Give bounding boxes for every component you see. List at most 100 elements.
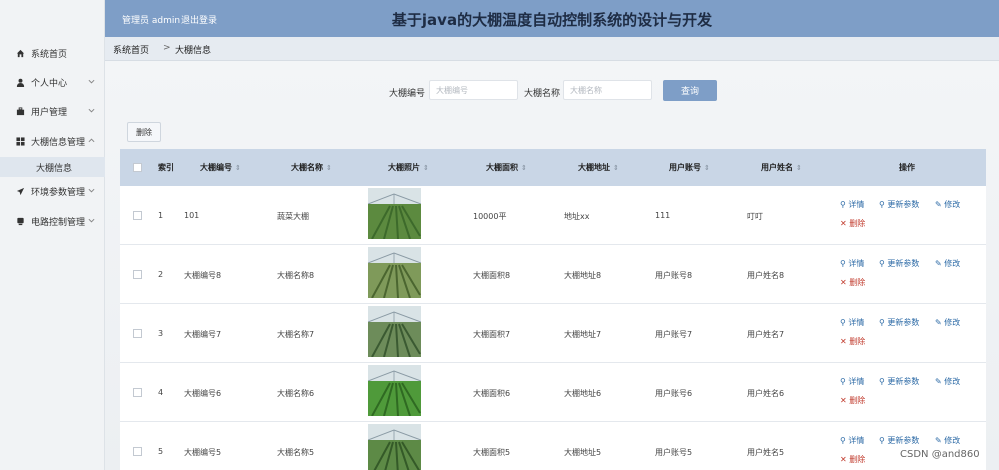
edit-button[interactable]: ✎ 修改: [935, 317, 960, 328]
search-icon: ⚲: [840, 200, 846, 209]
sidebar-item-label: 系统首页: [31, 49, 68, 60]
greenhouse-photo[interactable]: [368, 247, 421, 298]
cell-index: 2: [158, 270, 164, 279]
breadcrumb-home[interactable]: 系统首页: [113, 43, 149, 56]
detail-button[interactable]: ⚲ 详情: [840, 258, 864, 269]
detail-button[interactable]: ⚲ 详情: [840, 317, 864, 328]
update-params-button[interactable]: ⚲ 更新参数: [879, 376, 919, 387]
column-header-area[interactable]: 大棚面积 ⇕: [486, 149, 527, 186]
breadcrumb: 系统首页 > 大棚信息: [105, 37, 999, 61]
delete-button[interactable]: ✕ 删除: [840, 218, 865, 229]
sort-icon[interactable]: ⇕: [521, 164, 527, 172]
column-header-index: 索引: [158, 163, 174, 172]
update-params-button[interactable]: ⚲ 更新参数: [879, 435, 919, 446]
search-icon: ⚲: [840, 377, 846, 386]
batch-delete-button[interactable]: 删除: [127, 122, 161, 142]
search-icon: ⚲: [879, 377, 885, 386]
edit-button[interactable]: ✎ 修改: [935, 199, 960, 210]
cell-address: 大棚地址6: [564, 389, 602, 398]
column-header-address[interactable]: 大棚地址 ⇕: [578, 149, 619, 186]
sidebar-item-label: 用户管理: [31, 107, 68, 118]
row-checkbox[interactable]: [133, 270, 142, 279]
chevron-down-icon: [88, 216, 95, 225]
chevron-up-icon: [88, 136, 95, 145]
greenhouse-photo[interactable]: [368, 424, 421, 470]
column-header-name[interactable]: 大棚名称 ⇕: [291, 149, 332, 186]
greenhouse-photo[interactable]: [368, 188, 421, 239]
greenhouse-photo[interactable]: [368, 306, 421, 357]
sidebar-item-home[interactable]: 系统首页: [0, 40, 105, 66]
greenhouse-name-input[interactable]: [563, 80, 652, 100]
top-header: 管理员 admin 退出登录 基于java的大棚温度自动控制系统的设计与开发: [105, 0, 999, 37]
delete-button[interactable]: ✕ 删除: [840, 336, 865, 347]
cell-account: 用户账号6: [655, 389, 693, 398]
sidebar-item-environment[interactable]: 环境参数管理: [0, 178, 105, 204]
table-row: 2 大棚编号8 大棚名称8 大棚面积8 大棚地址8 用户账号8 用户姓名8 ⚲ 详情 ⚲ 更新参…: [120, 245, 986, 304]
cell-account: 用户账号7: [655, 330, 693, 339]
delete-button[interactable]: ✕ 删除: [840, 395, 865, 406]
breadcrumb-current: 大棚信息: [175, 46, 212, 56]
chevron-down-icon: [88, 186, 95, 195]
sidebar-item-greenhouse[interactable]: 大棚信息管理: [0, 128, 105, 154]
cell-name: 大棚名称8: [277, 271, 315, 280]
grid-icon: [14, 136, 26, 146]
table-header: 索引 大棚编号 ⇕ 大棚名称 ⇕ 大棚照片 ⇕ 大棚面积 ⇕ 大棚地址 ⇕ 用户账号 ⇕ 用…: [120, 149, 986, 186]
update-params-button[interactable]: ⚲ 更新参数: [879, 199, 919, 210]
cell-no: 大棚编号7: [184, 330, 222, 339]
column-header-ops: 操作: [899, 163, 915, 172]
update-params-button[interactable]: ⚲ 更新参数: [879, 258, 919, 269]
sort-icon[interactable]: ⇕: [704, 164, 710, 172]
greenhouse-no-input[interactable]: [429, 80, 518, 100]
sidebar-item-profile[interactable]: 个人中心: [0, 69, 105, 95]
sort-icon[interactable]: ⇕: [235, 164, 241, 172]
cell-username: 叮叮: [747, 212, 763, 221]
search-icon: ⚲: [879, 259, 885, 268]
pencil-icon: ✎: [935, 200, 942, 209]
cell-account: 111: [655, 211, 671, 220]
row-checkbox[interactable]: [133, 447, 142, 456]
column-header-photo[interactable]: 大棚照片 ⇕: [388, 149, 429, 186]
greenhouse-photo[interactable]: [368, 365, 421, 416]
cell-address: 大棚地址7: [564, 330, 602, 339]
sidebar-item-circuit[interactable]: 电路控制管理: [0, 208, 105, 234]
row-checkbox[interactable]: [133, 388, 142, 397]
column-header-account[interactable]: 用户账号 ⇕: [669, 149, 710, 186]
cell-area: 10000平: [473, 212, 507, 221]
edit-button[interactable]: ✎ 修改: [935, 435, 960, 446]
detail-button[interactable]: ⚲ 详情: [840, 199, 864, 210]
cell-area: 大棚面积5: [473, 448, 511, 457]
greenhouse-no-label: 大棚编号: [389, 89, 426, 99]
chevron-down-icon: [88, 77, 95, 86]
edit-button[interactable]: ✎ 修改: [935, 258, 960, 269]
row-checkbox[interactable]: [133, 329, 142, 338]
user-icon: [14, 78, 26, 87]
detail-button[interactable]: ⚲ 详情: [840, 376, 864, 387]
sort-icon[interactable]: ⇕: [326, 164, 332, 172]
cell-area: 大棚面积7: [473, 330, 511, 339]
close-icon: ✕: [840, 337, 847, 346]
cell-no: 大棚编号8: [184, 271, 222, 280]
update-params-button[interactable]: ⚲ 更新参数: [879, 317, 919, 328]
cell-username: 用户姓名6: [747, 389, 785, 398]
query-button[interactable]: 查询: [663, 80, 717, 101]
column-header-no[interactable]: 大棚编号 ⇕: [200, 149, 241, 186]
cell-no: 101: [184, 211, 200, 220]
sort-icon[interactable]: ⇕: [613, 164, 619, 172]
sort-icon[interactable]: ⇕: [423, 164, 429, 172]
edit-button[interactable]: ✎ 修改: [935, 376, 960, 387]
sidebar-item-users[interactable]: 用户管理: [0, 98, 105, 124]
cell-address: 大棚地址8: [564, 271, 602, 280]
search-icon: ⚲: [840, 436, 846, 445]
delete-button[interactable]: ✕ 删除: [840, 277, 865, 288]
row-checkbox[interactable]: [133, 211, 142, 220]
delete-button[interactable]: ✕ 删除: [840, 454, 865, 465]
table-row: 3 大棚编号7 大棚名称7 大棚面积7 大棚地址7 用户账号7 用户姓名7 ⚲ 详情 ⚲ 更新参…: [120, 304, 986, 363]
cell-name: 大棚名称5: [277, 448, 315, 457]
detail-button[interactable]: ⚲ 详情: [840, 435, 864, 446]
column-header-username[interactable]: 用户姓名 ⇕: [761, 149, 802, 186]
cell-no: 大棚编号6: [184, 389, 222, 398]
sort-icon[interactable]: ⇕: [796, 164, 802, 172]
cell-name: 大棚名称7: [277, 330, 315, 339]
sidebar-subitem-greenhouse-info[interactable]: 大棚信息: [0, 157, 105, 177]
select-all-checkbox[interactable]: [133, 163, 142, 172]
